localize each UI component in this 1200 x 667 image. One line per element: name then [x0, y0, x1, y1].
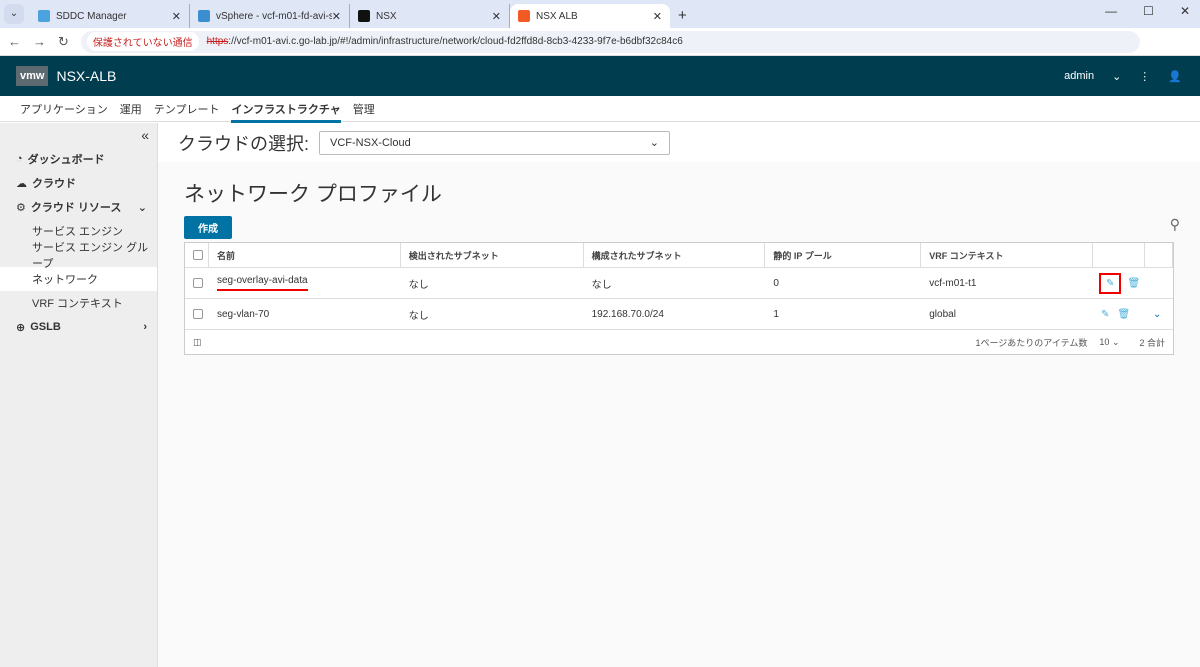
configured-subnet: なし — [591, 279, 612, 291]
sidebar-item-cloud[interactable]: ☁ クラウド — [0, 171, 157, 195]
configured-subnet: 192.168.70.0/24 — [591, 308, 664, 320]
sidebar-item-se-group[interactable]: サービス エンジン グループ — [0, 242, 157, 270]
select-all-checkbox[interactable] — [193, 250, 203, 260]
user-menu[interactable]: admin — [1064, 70, 1094, 82]
discovered-subnet: なし — [408, 279, 429, 291]
vrf-context: vcf-m01-t1 — [929, 277, 977, 289]
cloud-icon — [38, 10, 50, 22]
browser-tab[interactable]: NSX ✕ — [350, 4, 510, 28]
gear-icon: ⚙ — [16, 201, 26, 214]
menu-templates[interactable]: テンプレート — [154, 101, 220, 117]
row-checkbox[interactable] — [193, 278, 203, 288]
browser-tab[interactable]: vSphere - vcf-m01-fd-avi-se - S✕ — [190, 4, 350, 28]
menu-applications[interactable]: アプリケーション — [20, 101, 108, 117]
vmw-logo: vmw — [16, 66, 49, 86]
edit-icon[interactable]: ✎ — [1101, 309, 1109, 320]
avi-icon — [518, 10, 530, 22]
close-window-icon[interactable]: ✕ — [1180, 4, 1190, 18]
delete-icon[interactable]: 🗑 — [1127, 278, 1140, 289]
browser-tabbar: ⌄ SDDC Manager ✕ vSphere - vcf-m01-fd-avi… — [0, 0, 1200, 28]
browser-tab-active[interactable]: NSX ALB ✕ — [510, 4, 670, 28]
column-toggle-icon[interactable]: ◫ — [193, 337, 202, 348]
sidebar-item-dashboard[interactable]: ◔ ダッシュボード — [0, 147, 157, 171]
close-icon[interactable]: ✕ — [653, 10, 662, 23]
sidebar-item-cloud-resources[interactable]: ⚙ クラウド リソース ⌄ — [0, 195, 157, 219]
app-header: vmw NSX-ALB admin ⌄ ⋮ 👤 — [0, 56, 1200, 96]
static-ip-pool: 0 — [773, 277, 779, 289]
menu-operations[interactable]: 運用 — [120, 101, 142, 117]
column-header[interactable]: 検出されたサブネット — [401, 243, 584, 267]
delete-icon[interactable]: 🗑 — [1117, 309, 1130, 320]
chevron-down-icon: ⌄ — [137, 201, 147, 214]
network-name-link[interactable]: seg-overlay-avi-data — [216, 275, 308, 291]
sidebar: « ◔ ダッシュボード ☁ クラウド ⚙ クラウド リソース ⌄ サービス エンジン サ… — [0, 123, 158, 667]
menu-administration[interactable]: 管理 — [353, 101, 375, 117]
minimize-icon[interactable]: — — [1105, 4, 1117, 18]
table-header: 名前 検出されたサブネット 構成されたサブネット 静的 IP プール VRF コ… — [185, 243, 1174, 268]
menu-infrastructure[interactable]: インフラストラクチャ — [231, 101, 341, 123]
gauge-icon: ◔ — [16, 153, 23, 165]
table-footer: ◫ 1ページあたりのアイテム数 10 ⌄ 2 合計 — [185, 330, 1173, 354]
sidebar-item-gslb[interactable]: ⊕ GSLB › — [0, 315, 157, 339]
edit-icon[interactable]: ✎ — [1099, 272, 1122, 294]
table-row: seg-overlay-avi-data なし なし 0 vcf-m01-t1 … — [185, 268, 1173, 299]
collapse-sidebar-icon[interactable]: « — [0, 123, 157, 147]
chevron-right-icon: › — [143, 321, 147, 333]
table-row: seg-vlan-70 なし 192.168.70.0/24 1 global … — [185, 299, 1173, 330]
globe-icon: ⊕ — [16, 321, 26, 334]
close-icon[interactable]: ✕ — [492, 10, 501, 23]
app-name: NSX-ALB — [56, 68, 117, 84]
discovered-subnet: なし — [408, 310, 429, 322]
cloud-select[interactable]: VCF-NSX-Cloud ⌄ — [319, 130, 671, 155]
tab-list-button[interactable]: ⌄ — [4, 4, 24, 24]
back-icon[interactable]: ← — [8, 34, 21, 49]
sidebar-item-vrf[interactable]: VRF コンテキスト — [0, 291, 157, 315]
column-header[interactable]: VRF コンテキスト — [921, 243, 1094, 267]
main-content: クラウドの選択: VCF-NSX-Cloud ⌄ ネットワーク プロファイル 作成… — [158, 123, 1200, 667]
network-table: 名前 検出されたサブネット 構成されたサブネット 静的 IP プール VRF コ… — [184, 242, 1174, 355]
per-page-select[interactable]: 10 ⌄ — [1099, 337, 1119, 348]
nsx-icon — [358, 10, 370, 22]
column-header[interactable]: 静的 IP プール — [765, 243, 922, 267]
close-icon[interactable]: ✕ — [172, 10, 181, 23]
page-title: ネットワーク プロファイル — [184, 183, 442, 206]
maximize-icon[interactable]: ☐ — [1143, 4, 1154, 18]
browser-tab[interactable]: SDDC Manager ✕ — [30, 4, 190, 28]
chevron-down-icon[interactable]: ⌄ — [1112, 70, 1121, 83]
per-page-label: 1ページあたりのアイテム数 — [975, 337, 1088, 348]
expand-row-icon[interactable]: ⌄ — [1145, 299, 1173, 329]
column-header[interactable]: 名前 — [209, 243, 401, 267]
reload-icon[interactable]: ↻ — [58, 34, 69, 50]
more-icon[interactable]: ⋮ — [1139, 70, 1150, 83]
user-icon[interactable]: 👤 — [1168, 70, 1182, 83]
close-icon[interactable]: ✕ — [332, 10, 341, 23]
cloud-icon: ☁ — [16, 177, 27, 190]
column-header[interactable]: 構成されたサブネット — [584, 243, 766, 267]
security-warning[interactable]: 保護されていない通信 — [86, 32, 199, 51]
new-tab-button[interactable]: + — [678, 7, 687, 24]
chevron-down-icon: ⌄ — [649, 137, 660, 149]
search-icon[interactable]: ⚲ — [1170, 216, 1180, 233]
row-checkbox[interactable] — [193, 309, 203, 319]
total-count: 2 合計 — [1139, 337, 1165, 348]
network-name-link[interactable]: seg-vlan-70 — [209, 299, 401, 329]
url-field[interactable]: 保護されていない通信 https://vcf-m01-avi.c.go-lab.… — [80, 30, 1140, 53]
address-bar: ← → ↻ 保護されていない通信 https://vcf-m01-avi.c.g… — [0, 28, 1200, 56]
create-button[interactable]: 作成 — [184, 216, 232, 239]
vrf-context: global — [929, 308, 956, 320]
main-menu: アプリケーション 運用 テンプレート インフラストラクチャ 管理 — [0, 96, 1200, 123]
static-ip-pool: 1 — [773, 308, 779, 320]
cloud-select-label: クラウドの選択: — [178, 133, 310, 154]
forward-icon[interactable]: → — [33, 34, 46, 49]
vsphere-icon — [198, 10, 210, 22]
